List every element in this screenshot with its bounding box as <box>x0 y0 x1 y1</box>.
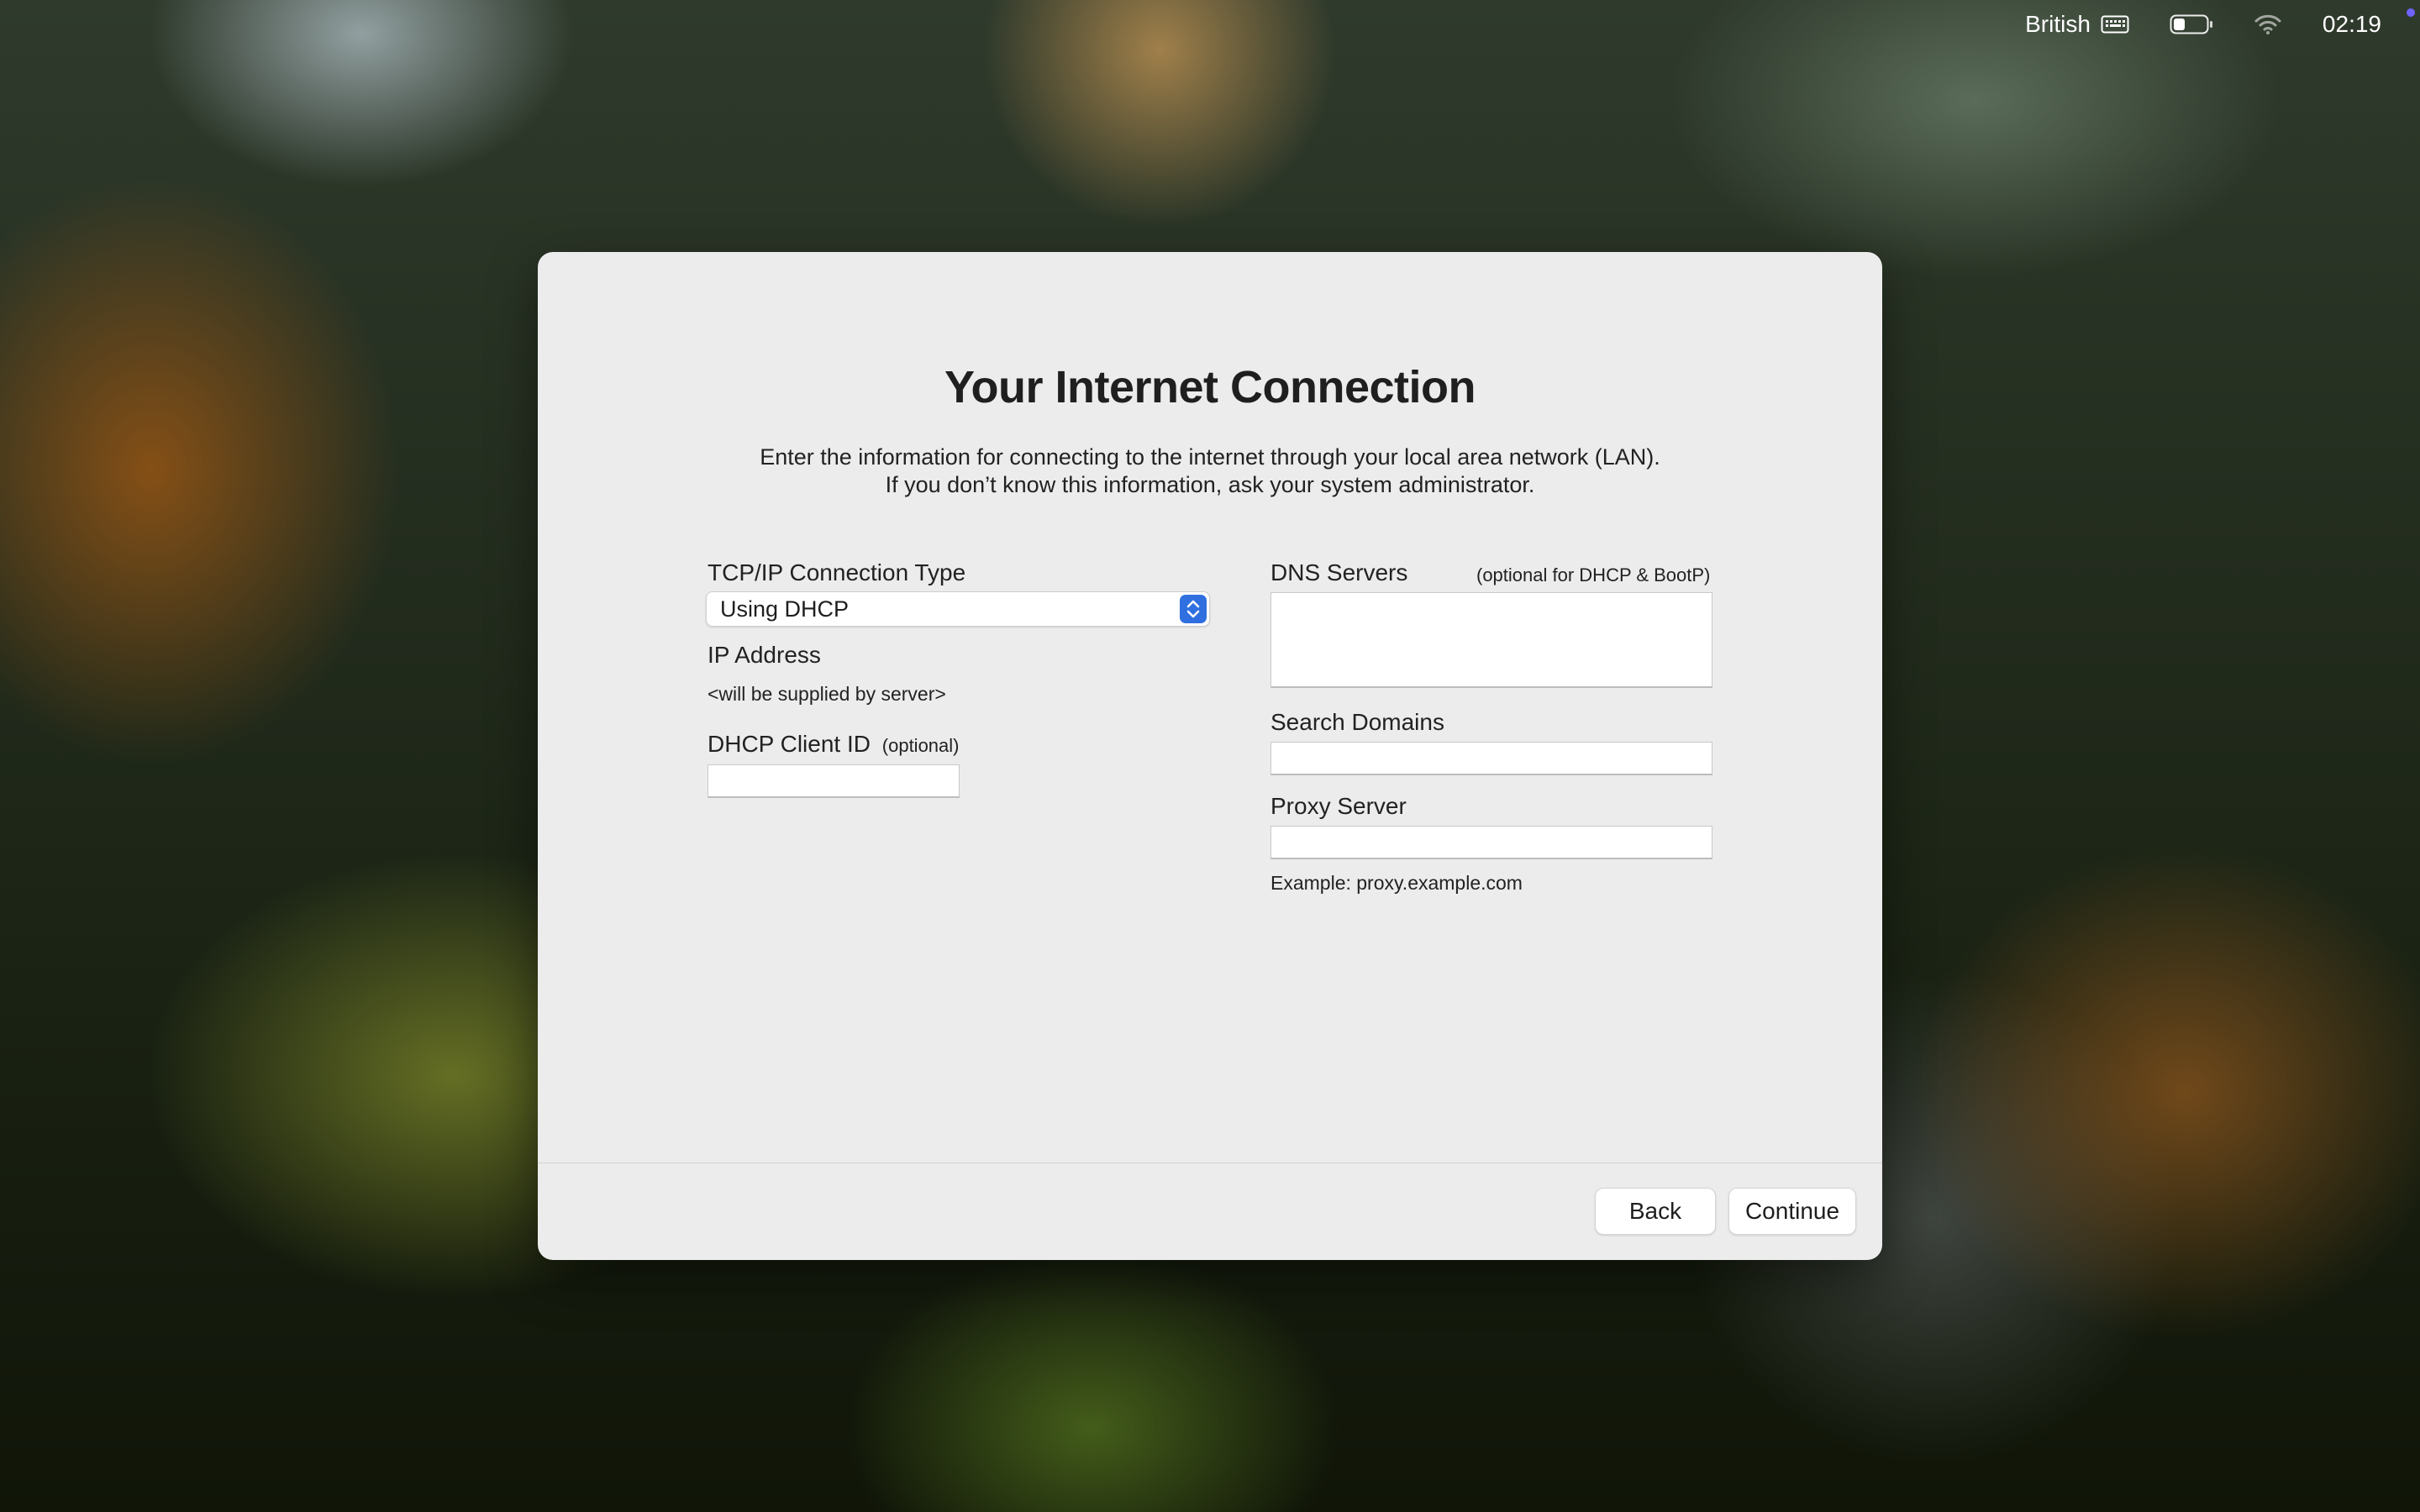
page-subtitle: Enter the information for connecting to … <box>538 444 1882 499</box>
tcpip-type-value: Using DHCP <box>720 596 850 622</box>
notification-dot <box>2407 8 2415 17</box>
ip-address-value: <will be supplied by server> <box>708 683 946 705</box>
input-source-label: British <box>2025 11 2091 37</box>
proxy-server-field[interactable] <box>1270 826 1712 859</box>
proxy-server-label: Proxy Server <box>1270 793 1407 819</box>
back-button[interactable]: Back <box>1595 1188 1716 1235</box>
chevron-updown-icon <box>1180 595 1207 623</box>
tcpip-type-select[interactable]: Using DHCP <box>706 591 1210 627</box>
continue-button[interactable]: Continue <box>1728 1188 1856 1235</box>
dns-servers-optional-note: (optional for DHCP & BootP) <box>1476 564 1711 585</box>
dns-servers-label: DNS Servers <box>1270 559 1408 585</box>
page-title: Your Internet Connection <box>944 362 1476 412</box>
dns-servers-field[interactable] <box>1270 592 1712 688</box>
battery-icon[interactable] <box>2170 13 2213 35</box>
ip-address-label: IP Address <box>708 642 821 668</box>
subtitle-line-2: If you don’t know this information, ask … <box>885 472 1535 497</box>
tcpip-type-label: TCP/IP Connection Type <box>708 559 966 585</box>
wifi-icon[interactable] <box>2254 13 2282 35</box>
subtitle-line-1: Enter the information for connecting to … <box>760 444 1660 470</box>
dhcp-client-id-label-text: DHCP Client ID <box>708 731 871 757</box>
search-domains-label: Search Domains <box>1270 709 1444 735</box>
search-domains-field[interactable] <box>1270 742 1712 775</box>
proxy-server-example: Example: proxy.example.com <box>1270 872 1523 894</box>
dhcp-client-id-label: DHCP Client ID (optional) <box>708 731 959 758</box>
keyboard-icon <box>2101 14 2129 34</box>
dhcp-client-id-field[interactable] <box>708 764 960 798</box>
input-source-menu[interactable]: British <box>2025 11 2129 38</box>
internet-connection-dialog: Your Internet Connection Enter the infor… <box>538 252 1882 1260</box>
menu-bar: British 02:19 <box>2025 0 2420 49</box>
dhcp-client-id-optional-note: (optional) <box>881 735 960 756</box>
menu-clock[interactable]: 02:19 <box>2323 11 2381 38</box>
